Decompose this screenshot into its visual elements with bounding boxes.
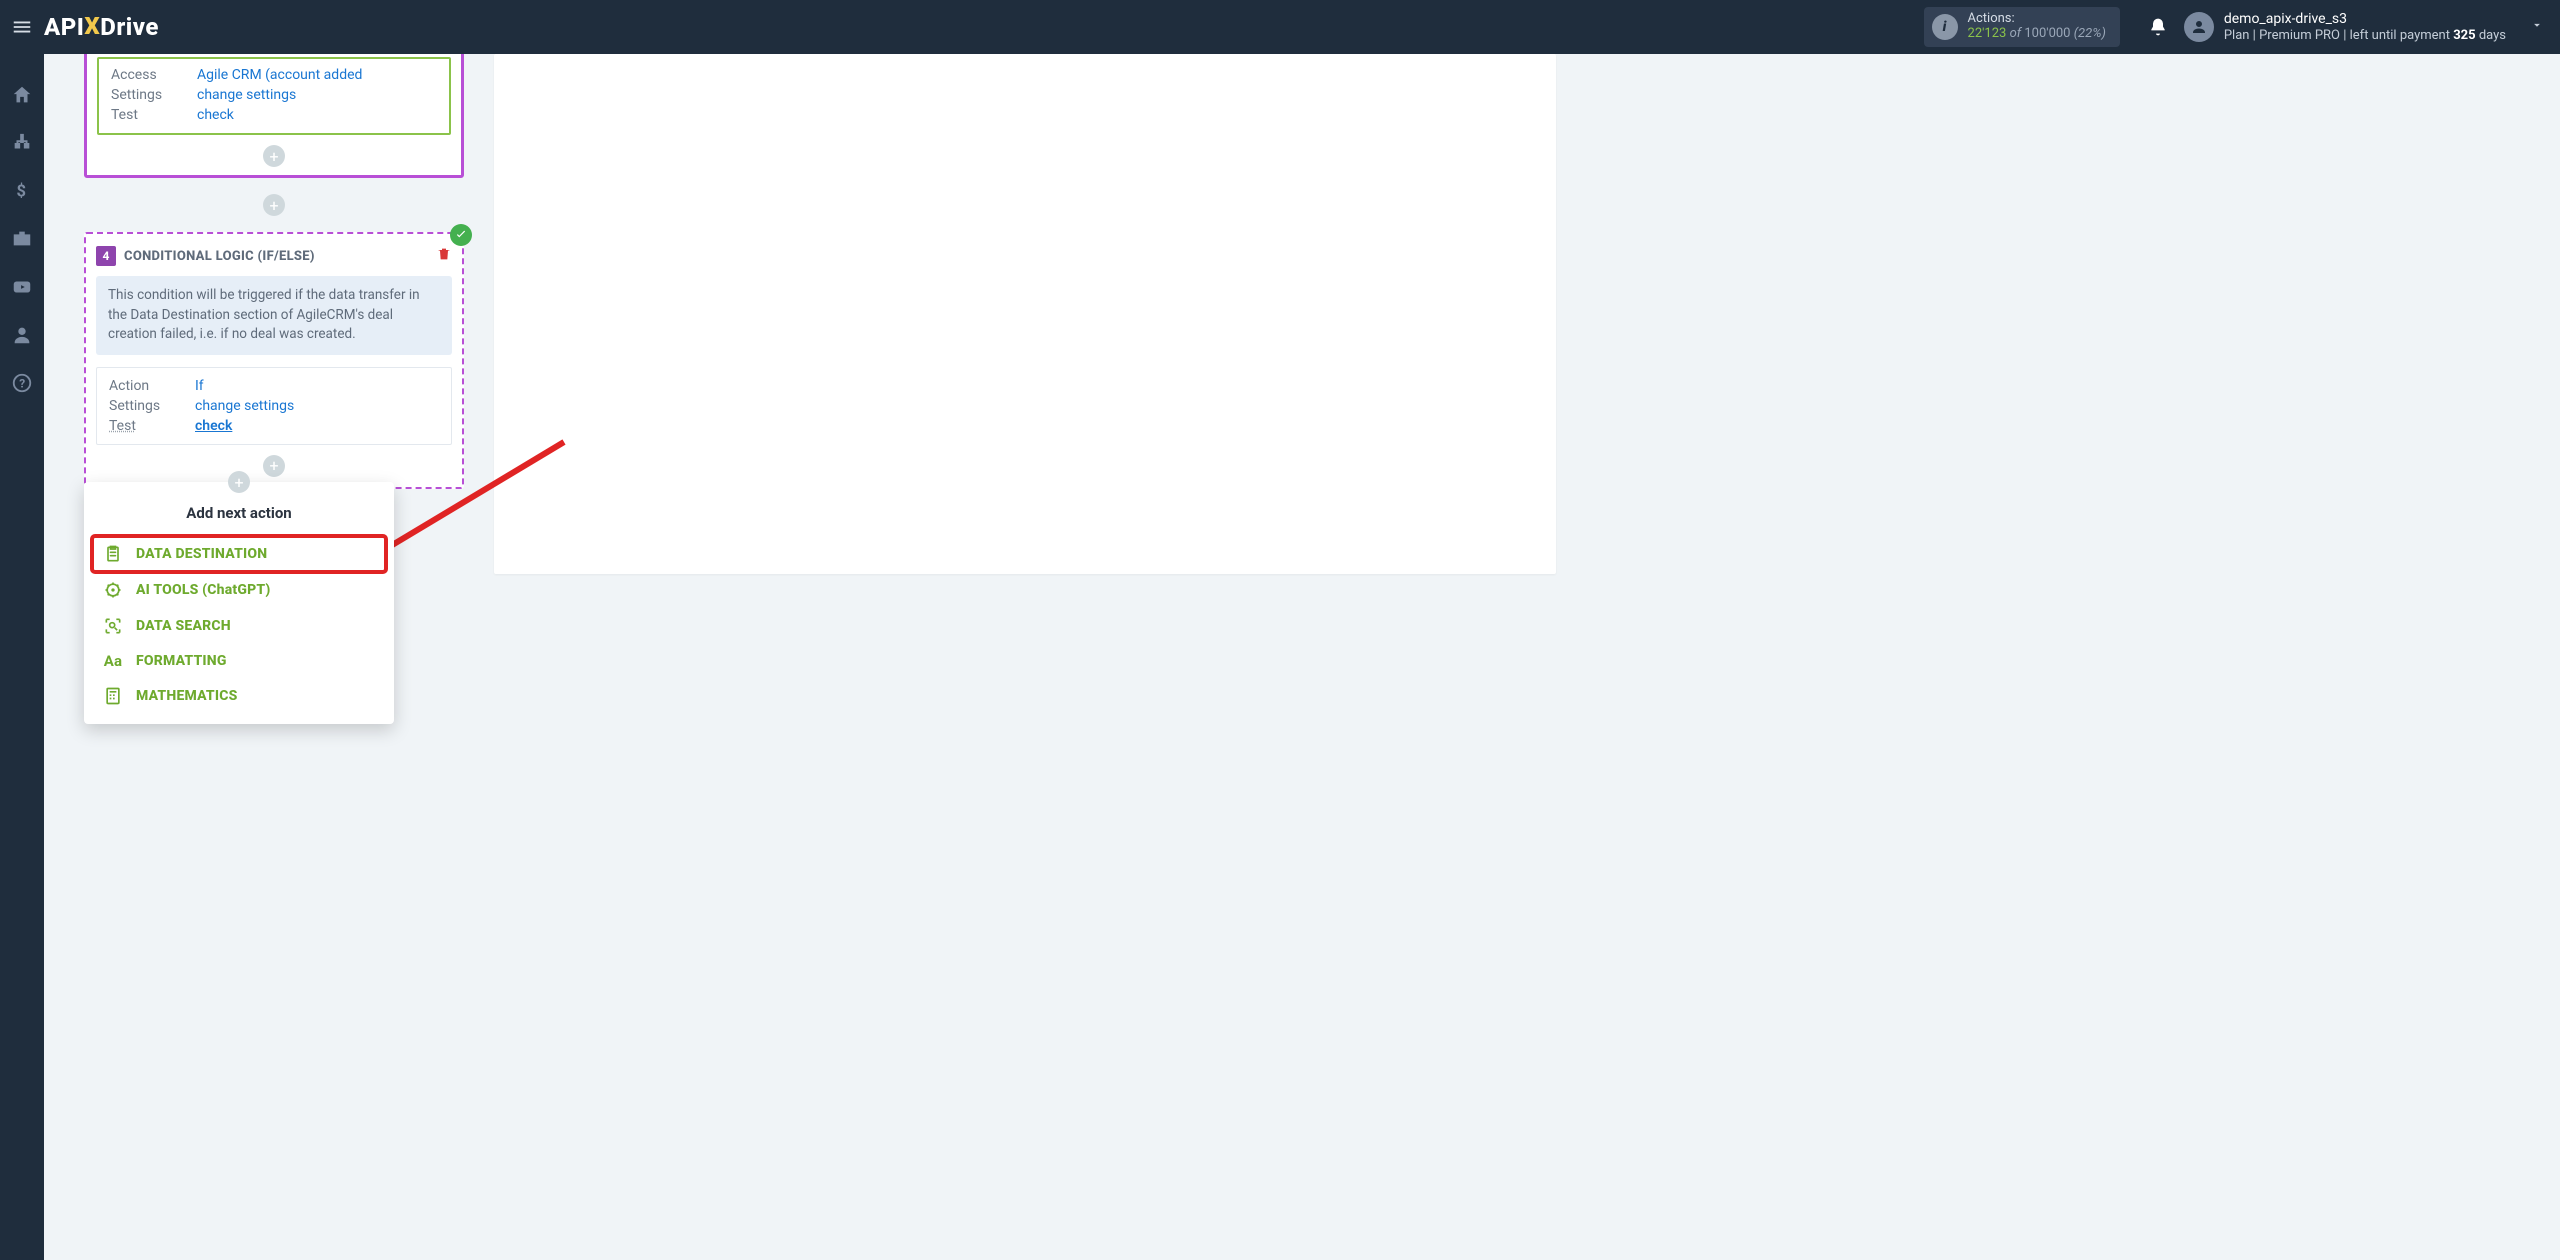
brand-x: X — [84, 12, 100, 40]
clipboard-icon — [102, 544, 124, 564]
popover-item-mathematics[interactable]: MATHEMATICS — [92, 678, 386, 714]
kv-row-settings: Settings change settings — [105, 396, 443, 416]
popover-item-ai-tools[interactable]: AI TOOLS (ChatGPT) — [92, 572, 386, 608]
check-link[interactable]: check — [195, 418, 232, 434]
popover-title: Add next action — [92, 504, 386, 522]
popover-item-label: DATA DESTINATION — [136, 546, 267, 562]
help-icon[interactable]: ? — [11, 372, 33, 394]
access-link[interactable]: Agile CRM (account added — [197, 67, 362, 83]
actions-used: 22'123 — [1968, 26, 2007, 41]
conditional-card-header: 4 CONDITIONAL LOGIC (IF/ELSE) — [96, 246, 452, 266]
avatar — [2184, 12, 2214, 42]
kv-key: Action — [109, 378, 183, 394]
plan-name: Premium PRO — [2259, 28, 2340, 43]
youtube-icon[interactable] — [11, 276, 33, 298]
step-title: CONDITIONAL LOGIC (IF/ELSE) — [124, 249, 315, 264]
popover-item-formatting[interactable]: Aa FORMATTING — [92, 644, 386, 678]
plan-prefix: Plan | — [2224, 28, 2256, 43]
scan-icon — [102, 616, 124, 636]
actions-numbers: 22'123 of 100'000 (22%) — [1968, 27, 2106, 42]
sitemap-icon[interactable] — [11, 132, 33, 154]
workflow-step-card: Access Agile CRM (account added Settings… — [84, 54, 464, 178]
popover-plus-button[interactable]: + — [228, 471, 250, 493]
kv-key: Settings — [109, 398, 183, 414]
popover-item-label: MATHEMATICS — [136, 688, 238, 704]
user-menu[interactable]: demo_apix-drive_s3 Plan | Premium PRO | … — [2178, 11, 2550, 43]
popover-item-label: AI TOOLS (ChatGPT) — [136, 582, 270, 598]
add-next-action-popover: + Add next action DATA DESTINATION AI TO… — [84, 482, 394, 724]
popover-item-data-search[interactable]: DATA SEARCH — [92, 608, 386, 644]
condition-kv-table: Action If Settings change settings Test … — [96, 367, 452, 445]
user-menu-caret — [2530, 18, 2544, 36]
popover-item-data-destination[interactable]: DATA DESTINATION — [92, 536, 386, 572]
hamburger-icon — [11, 16, 33, 38]
actions-counter[interactable]: i Actions: 22'123 of 100'000 (22%) — [1924, 7, 2120, 47]
gear-head-icon — [102, 580, 124, 600]
kv-row-access: Access Agile CRM (account added — [107, 65, 441, 85]
check-icon — [454, 228, 468, 242]
actions-of: of — [2010, 26, 2022, 41]
brand-pre: API — [44, 13, 84, 41]
actions-label: Actions: — [1968, 12, 2106, 27]
briefcase-icon[interactable] — [11, 228, 33, 250]
topbar: APIXDrive i Actions: 22'123 of 100'000 (… — [0, 0, 2560, 54]
actions-pct: (22%) — [2074, 26, 2106, 41]
detail-panel — [494, 54, 1556, 574]
popover-item-label: DATA SEARCH — [136, 618, 231, 634]
calculator-icon — [102, 686, 124, 706]
status-check-badge — [450, 224, 472, 246]
plan-mid: | left until payment — [2343, 28, 2450, 43]
condition-description: This condition will be triggered if the … — [96, 276, 452, 355]
kv-key: Test — [109, 418, 183, 434]
trash-icon — [436, 246, 452, 262]
left-sidebar: $ ? — [0, 54, 44, 1260]
workflow-column: Access Agile CRM (account added Settings… — [84, 54, 464, 489]
change-settings-link[interactable]: change settings — [195, 398, 294, 414]
kv-row-test: Test check — [107, 105, 441, 125]
kv-table: Access Agile CRM (account added Settings… — [99, 59, 449, 133]
bell-icon — [2148, 17, 2168, 37]
user-name: demo_apix-drive_s3 — [2224, 11, 2506, 28]
conditional-logic-card: 4 CONDITIONAL LOGIC (IF/ELSE) This condi… — [84, 232, 464, 489]
user-plan: Plan | Premium PRO | left until payment … — [2224, 28, 2506, 44]
home-icon[interactable] — [11, 84, 33, 106]
action-if-link[interactable]: If — [195, 378, 204, 394]
actions-total: 100'000 — [2024, 26, 2070, 41]
add-step-between-button[interactable]: + — [263, 194, 285, 216]
add-inside-cond-button[interactable]: + — [263, 455, 285, 477]
notifications-button[interactable] — [2138, 0, 2178, 54]
check-link[interactable]: check — [197, 107, 234, 123]
profile-icon[interactable] — [11, 324, 33, 346]
chevron-down-icon — [2530, 18, 2544, 32]
user-icon — [2190, 18, 2208, 36]
kv-row-action: Action If — [105, 376, 443, 396]
delete-step-button[interactable] — [436, 246, 452, 266]
svg-text:?: ? — [19, 377, 25, 391]
data-destination-block: Access Agile CRM (account added Settings… — [97, 57, 451, 135]
plan-suffix: days — [2479, 28, 2506, 43]
kv-key: Access — [111, 67, 185, 83]
kv-row-settings: Settings change settings — [107, 85, 441, 105]
popover-item-label: FORMATTING — [136, 653, 227, 669]
kv-key: Test — [111, 107, 185, 123]
main-area: Access Agile CRM (account added Settings… — [44, 54, 2560, 1260]
dollar-icon[interactable]: $ — [11, 180, 33, 202]
brand-post: Drive — [100, 13, 159, 41]
aa-icon: Aa — [102, 652, 124, 670]
svg-text:$: $ — [17, 183, 26, 202]
step-number: 4 — [96, 246, 116, 266]
change-settings-link[interactable]: change settings — [197, 87, 296, 103]
plan-days: 325 — [2453, 28, 2475, 43]
kv-key: Settings — [111, 87, 185, 103]
brand-logo[interactable]: APIXDrive — [44, 13, 159, 41]
add-step-inside-button[interactable]: + — [263, 145, 285, 167]
hamburger-menu-button[interactable] — [0, 0, 44, 54]
kv-row-test: Test check — [105, 416, 443, 436]
info-icon: i — [1932, 14, 1958, 40]
